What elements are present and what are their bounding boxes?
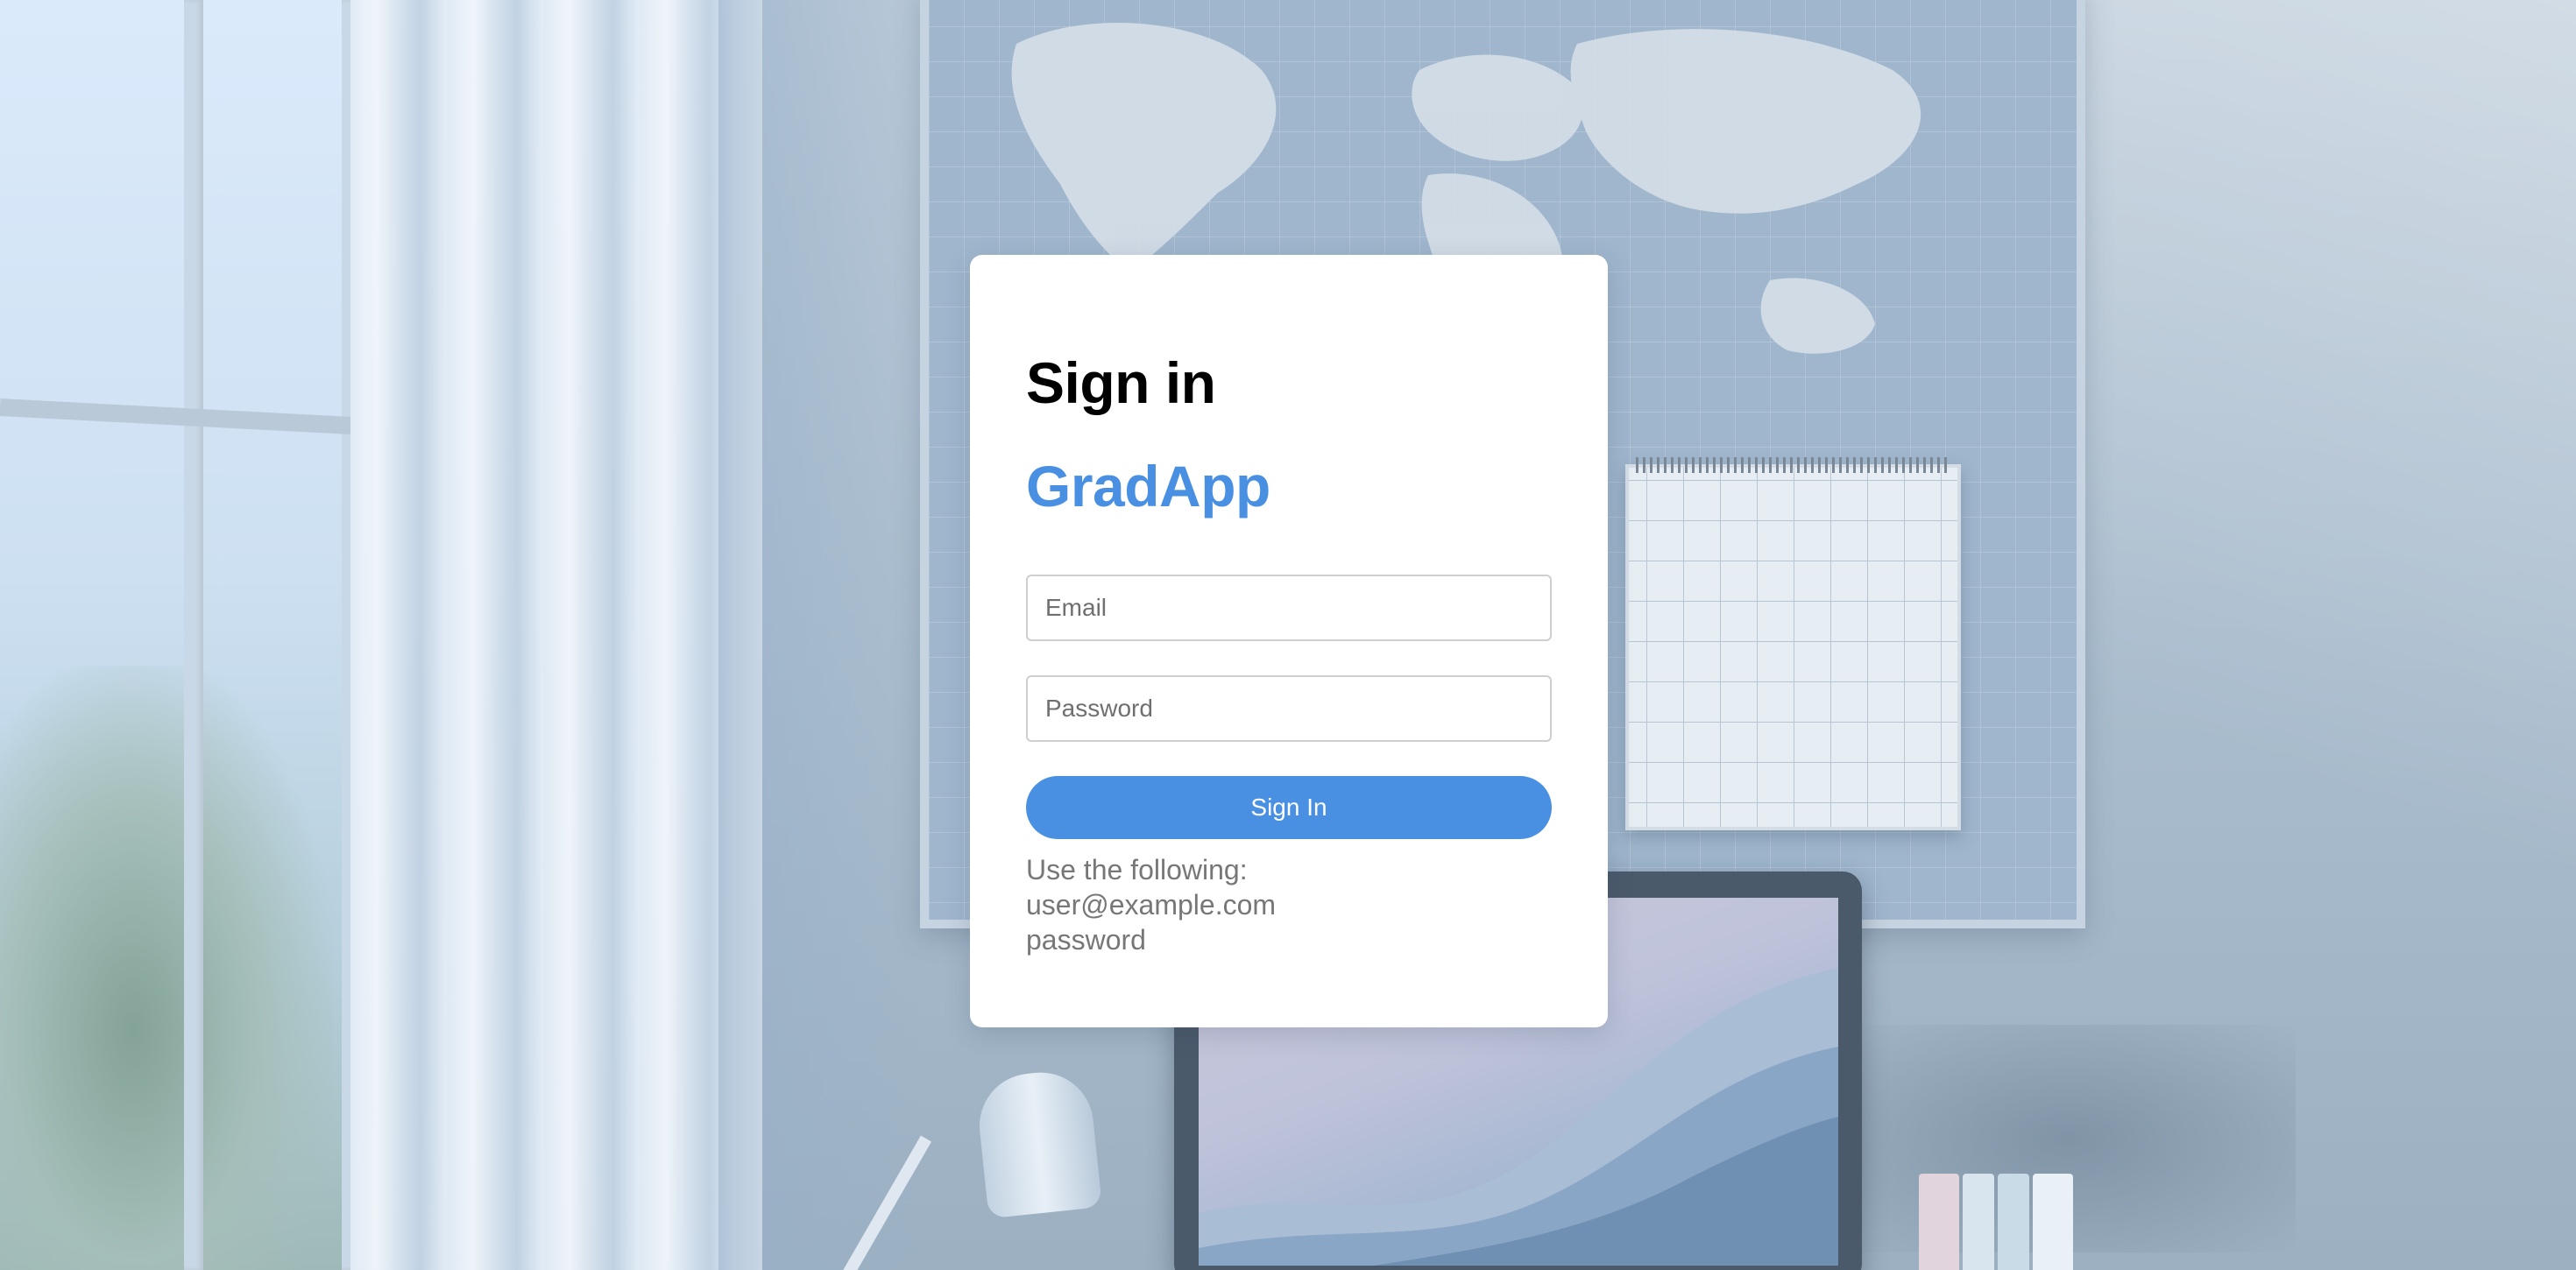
window-frame [184,0,203,1270]
desk-lamp-icon [973,1067,1103,1219]
sign-in-button[interactable]: Sign In [1026,776,1552,839]
book-illustration [1963,1174,1994,1270]
book-illustration [1998,1174,2029,1270]
email-field[interactable] [1026,575,1552,641]
calendar-rings [1636,457,1947,473]
book-illustration [2033,1174,2073,1270]
hint-intro: Use the following: [1026,854,1248,885]
hint-password: password [1026,924,1146,956]
password-field[interactable] [1026,675,1552,742]
curtain-illustration [350,0,762,1270]
curtain-shadow [718,0,929,1270]
app-brand: GradApp [1026,454,1270,519]
page-title: Sign in [1026,350,1216,415]
credentials-hint: Use the following: user@example.com pass… [1026,852,1276,957]
hint-email: user@example.com [1026,889,1277,921]
trees-illustration [0,666,333,1270]
sign-in-card: Sign in GradApp Sign In Use the followin… [970,255,1608,1027]
wall-calendar-illustration [1625,457,1961,830]
book-illustration [1919,1174,1959,1270]
